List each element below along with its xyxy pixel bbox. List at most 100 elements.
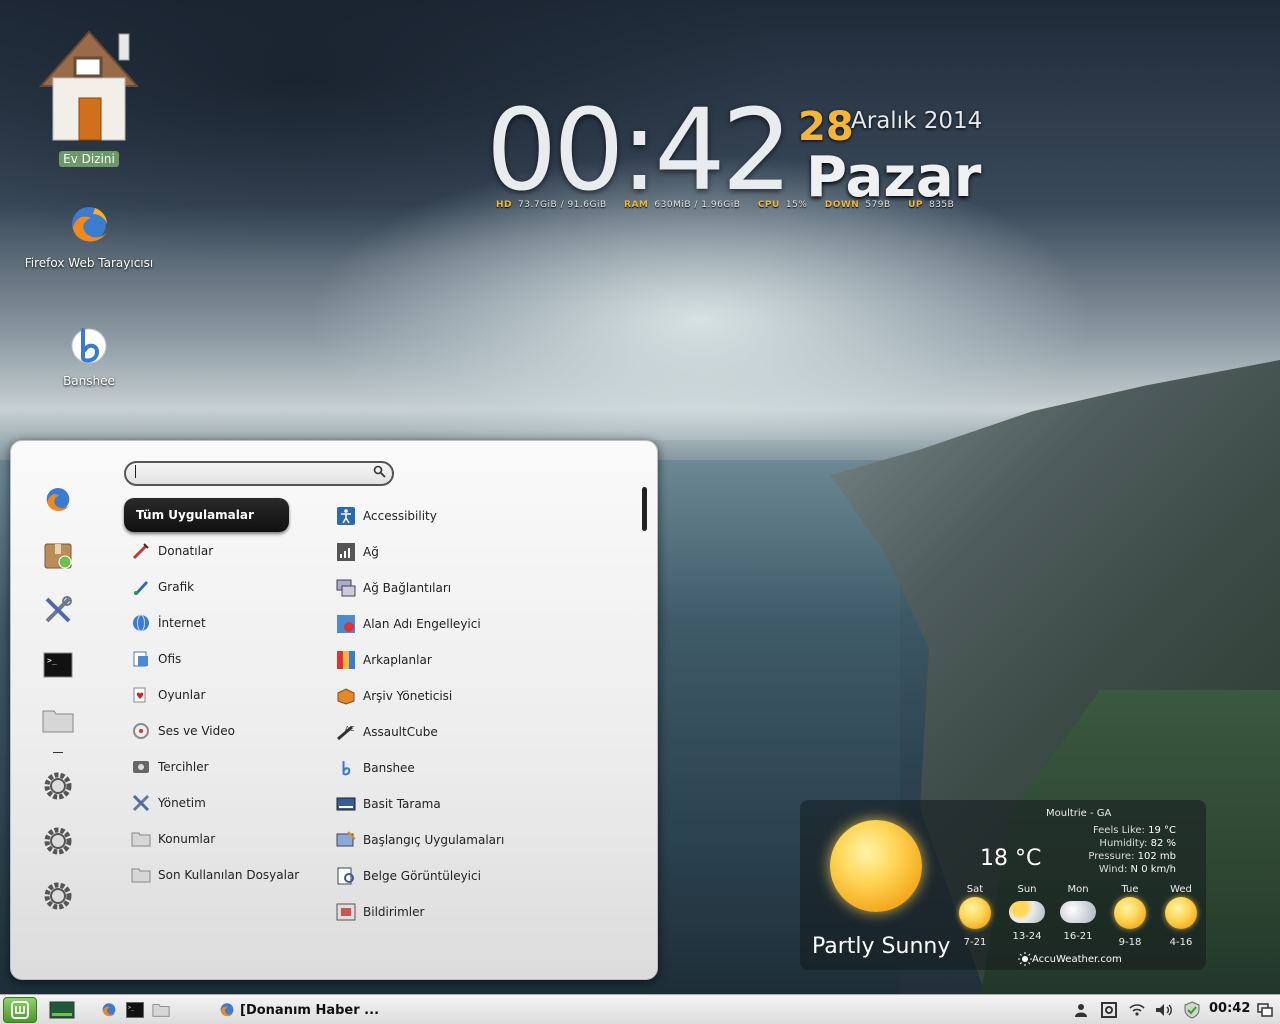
desktop-icon-banshee[interactable]: Banshee bbox=[19, 324, 159, 389]
favorite-package-manager[interactable] bbox=[41, 538, 75, 572]
desklet-clock-time: 00:42 bbox=[486, 86, 793, 216]
category-label: Tercihler bbox=[158, 760, 209, 774]
app-label: Basit Tarama bbox=[363, 797, 441, 811]
app-backgrounds[interactable]: Arkaplanlar bbox=[336, 648, 432, 672]
package-manager-icon bbox=[44, 543, 72, 569]
update-manager-applet[interactable] bbox=[1100, 1001, 1118, 1019]
firefox-icon bbox=[46, 488, 70, 512]
app-label: Ağ Bağlantıları bbox=[363, 581, 452, 595]
text-caret bbox=[135, 465, 136, 478]
sun-small-icon bbox=[1018, 952, 1032, 966]
scanner-icon bbox=[336, 794, 356, 814]
category-all-applications[interactable]: Tüm Uygulamalar bbox=[124, 498, 289, 532]
favorite-settings-3[interactable] bbox=[41, 879, 75, 913]
forecast-day: Wed 4-16 bbox=[1161, 884, 1201, 948]
terminal-icon: >_ bbox=[126, 1002, 144, 1018]
category-accessories[interactable]: Donatılar bbox=[131, 539, 213, 563]
sound-applet[interactable] bbox=[1155, 1001, 1173, 1019]
app-domain-blocker[interactable]: Alan Adı Engelleyici bbox=[336, 612, 481, 636]
firefox-icon bbox=[220, 1003, 234, 1017]
games-icon: ♥ bbox=[131, 685, 151, 705]
show-desktop-button[interactable] bbox=[48, 1001, 76, 1019]
forecast-day-name: Wed bbox=[1170, 884, 1192, 895]
category-sound-video[interactable]: Ses ve Video bbox=[131, 719, 235, 743]
application-menu: >_ Tüm Uygulamalar Donatılar Grafik İnte… bbox=[10, 440, 658, 980]
category-label: Donatılar bbox=[158, 544, 214, 558]
pressure-label: Pressure: bbox=[1088, 851, 1135, 862]
favorite-system-tools[interactable] bbox=[41, 593, 75, 627]
app-network-connections[interactable]: Ağ Bağlantıları bbox=[336, 576, 451, 600]
launcher-firefox[interactable] bbox=[100, 1001, 118, 1019]
preferences-icon bbox=[131, 757, 151, 777]
desklet-date-day: 28 bbox=[798, 104, 854, 150]
app-network[interactable]: Ağ bbox=[336, 540, 379, 564]
settings-icon bbox=[44, 827, 72, 855]
home-folder-icon bbox=[38, 30, 140, 141]
user-applet[interactable] bbox=[1072, 1001, 1090, 1019]
desktop-icon-home[interactable]: Ev Dizini bbox=[19, 28, 159, 167]
network-connections-icon bbox=[336, 578, 356, 598]
category-graphics[interactable]: Grafik bbox=[131, 575, 194, 599]
system-monitor-bar: HD 73.7GiB / 91.6GiB RAM 630MiB / 1.96GiB … bbox=[496, 200, 968, 210]
accessibility-icon bbox=[336, 506, 356, 526]
app-notifications[interactable]: Bildirimler bbox=[336, 900, 424, 924]
category-places[interactable]: Konumlar bbox=[131, 827, 215, 851]
favorite-terminal[interactable]: >_ bbox=[41, 648, 75, 682]
up-label: UP bbox=[908, 200, 923, 210]
search-icon bbox=[373, 465, 386, 478]
forecast-day-name: Mon bbox=[1067, 884, 1089, 895]
app-label: Ağ bbox=[363, 545, 379, 559]
forecast-range: 4-16 bbox=[1169, 937, 1193, 948]
weather-provider-link[interactable]: AccuWeather.com bbox=[1032, 954, 1122, 965]
shield-check-icon bbox=[1184, 1001, 1200, 1019]
ram-label: RAM bbox=[624, 200, 649, 210]
down-label: DOWN bbox=[824, 200, 860, 210]
forecast-day: Sun 13-24 bbox=[1007, 884, 1047, 942]
app-startup-applications[interactable]: Başlangıç Uygulamaları bbox=[336, 828, 504, 852]
favorites-separator bbox=[53, 752, 63, 753]
app-banshee[interactable]: Banshee bbox=[336, 756, 415, 780]
taskbar-clock[interactable]: 00:42 bbox=[1209, 1001, 1250, 1016]
category-office[interactable]: Ofis bbox=[131, 647, 181, 671]
app-simple-scan[interactable]: Basit Tarama bbox=[336, 792, 441, 816]
app-archive-manager[interactable]: Arşiv Yöneticisi bbox=[336, 684, 452, 708]
forecast-range: 16-21 bbox=[1063, 931, 1093, 942]
security-applet[interactable] bbox=[1183, 1001, 1201, 1019]
network-icon bbox=[336, 542, 356, 562]
category-internet[interactable]: İnternet bbox=[131, 611, 206, 635]
launcher-files[interactable] bbox=[152, 1001, 170, 1019]
network-applet[interactable] bbox=[1128, 1001, 1146, 1019]
launcher-terminal[interactable]: >_ bbox=[126, 1001, 144, 1019]
partly-sunny-icon bbox=[830, 820, 922, 912]
favorite-settings-1[interactable] bbox=[41, 769, 75, 803]
desktop-icon-label: Firefox Web Tarayıcısı bbox=[24, 256, 154, 270]
category-recent-files[interactable]: Son Kullanılan Dosyalar bbox=[131, 863, 299, 887]
internet-icon bbox=[131, 613, 151, 633]
show-desktop-icon bbox=[49, 1001, 75, 1019]
desktop-icon-firefox[interactable]: Firefox Web Tarayıcısı bbox=[19, 202, 159, 271]
category-label: Oyunlar bbox=[158, 688, 206, 702]
weather-desklet: Partly Sunny 18 °C Moultrie - GA Feels L… bbox=[800, 800, 1206, 970]
app-document-viewer[interactable]: Belge Görüntüleyici bbox=[336, 864, 481, 888]
window-list-applet[interactable] bbox=[1256, 1001, 1274, 1019]
taskbar-window-button[interactable]: [Donanım Haber ... bbox=[218, 998, 379, 1022]
category-preferences[interactable]: Tercihler bbox=[131, 755, 209, 779]
category-administration[interactable]: Yönetim bbox=[131, 791, 206, 815]
banshee-icon bbox=[71, 328, 107, 364]
apps-scrollbar[interactable] bbox=[642, 487, 647, 531]
humidity-label: Humidity: bbox=[1099, 838, 1148, 849]
favorite-settings-2[interactable] bbox=[41, 824, 75, 858]
favorite-files[interactable] bbox=[41, 703, 75, 737]
category-games[interactable]: ♥ Oyunlar bbox=[131, 683, 205, 707]
app-accessibility[interactable]: Accessibility bbox=[336, 504, 437, 528]
favorite-firefox[interactable] bbox=[41, 483, 75, 517]
category-label: Yönetim bbox=[158, 796, 206, 810]
forecast-day: Tue 9-18 bbox=[1110, 884, 1150, 948]
backgrounds-icon bbox=[336, 650, 356, 670]
folder-icon bbox=[131, 829, 151, 849]
files-icon bbox=[42, 710, 74, 733]
startup-apps-icon bbox=[336, 830, 356, 850]
app-assaultcube[interactable]: AC AssaultCube bbox=[336, 720, 438, 744]
office-icon bbox=[131, 649, 151, 669]
mint-menu-button[interactable] bbox=[3, 997, 37, 1023]
